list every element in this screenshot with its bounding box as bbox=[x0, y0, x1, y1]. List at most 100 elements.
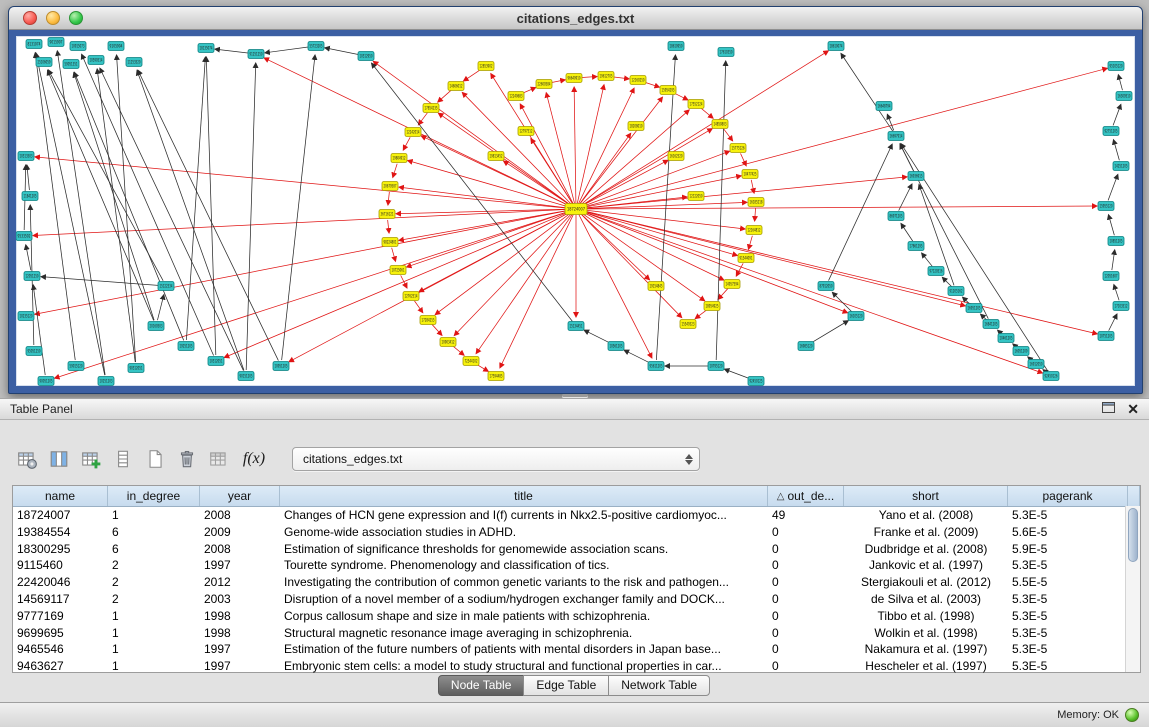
network-node[interactable]: 12051250 bbox=[24, 272, 40, 281]
network-node[interactable]: 14606012 bbox=[448, 82, 464, 91]
network-node[interactable]: 10461205 bbox=[998, 334, 1014, 343]
network-node[interactable]: 16105120 bbox=[848, 312, 864, 321]
network-node[interactable]: 12762514 bbox=[403, 292, 419, 301]
network-node[interactable]: 9105904 bbox=[108, 42, 124, 51]
network-node[interactable]: 59015120 bbox=[68, 362, 84, 371]
network-node[interactable]: 19804912 bbox=[391, 154, 407, 163]
network-node[interactable]: 17284255 bbox=[420, 316, 436, 325]
network-node[interactable]: 36716121 bbox=[379, 210, 395, 219]
table-row[interactable]: 1872400712008Changes of HCN gene express… bbox=[13, 507, 1140, 524]
table-row[interactable]: 1830029562008Estimation of significance … bbox=[13, 541, 1140, 558]
network-node[interactable]: 10951205 bbox=[273, 362, 289, 371]
network-node[interactable]: 16841205 bbox=[983, 320, 999, 329]
new-table-button[interactable] bbox=[142, 446, 168, 472]
network-node[interactable]: 17552124 bbox=[688, 100, 704, 109]
window-close-button[interactable] bbox=[23, 11, 37, 25]
column-header-title[interactable]: title bbox=[280, 486, 768, 506]
network-node[interactable]: 17854235 bbox=[423, 104, 439, 113]
network-node[interactable]: 18135074 bbox=[198, 44, 214, 53]
network-node[interactable]: 92751205 bbox=[1103, 127, 1119, 136]
column-header-year[interactable]: year bbox=[200, 486, 280, 506]
network-node[interactable]: 90151205 bbox=[238, 372, 254, 381]
network-node[interactable]: 20160503 bbox=[148, 322, 164, 331]
network-node[interactable]: 14251205 bbox=[1113, 162, 1129, 171]
delete-table-button[interactable] bbox=[174, 446, 200, 472]
import-table-button[interactable] bbox=[206, 446, 232, 472]
network-node[interactable]: 10903412 bbox=[440, 338, 456, 347]
network-node[interactable]: 17103512 bbox=[1113, 302, 1129, 311]
table-row[interactable]: 946362711997Embryonic stem cells: a mode… bbox=[13, 658, 1140, 675]
network-node[interactable]: 55723205 bbox=[308, 42, 324, 51]
network-node[interactable]: 10251203 bbox=[98, 377, 114, 386]
network-node[interactable]: 92450125 bbox=[748, 377, 764, 386]
tab-network-table[interactable]: Network Table bbox=[608, 675, 710, 696]
network-node[interactable]: 95051250 bbox=[26, 347, 42, 356]
network-node[interactable]: 14850803 bbox=[712, 120, 728, 129]
network-node[interactable]: 16309510 bbox=[1116, 92, 1132, 101]
network-node[interactable]: 10795120 bbox=[708, 362, 724, 371]
show-rows-button[interactable] bbox=[110, 446, 136, 472]
network-node[interactable]: 59051351 bbox=[63, 60, 79, 69]
network-node[interactable]: 17861295 bbox=[908, 242, 924, 251]
network-node[interactable]: 72544102 bbox=[463, 357, 479, 366]
network-node[interactable]: 10725061 bbox=[390, 266, 406, 275]
window-titlebar[interactable]: citations_edges.txt bbox=[9, 7, 1142, 30]
table-row[interactable]: 1938455462009Genome-wide association stu… bbox=[13, 524, 1140, 541]
network-node[interactable]: 12853902 bbox=[478, 62, 494, 71]
network-node[interactable]: 10561205 bbox=[608, 342, 624, 351]
network-node[interactable]: 25106059 bbox=[36, 58, 52, 67]
function-builder-button[interactable]: f(x) bbox=[238, 446, 270, 472]
tab-edge-table[interactable]: Edge Table bbox=[523, 675, 609, 696]
table-row[interactable]: 977716911998Corpus callosum shape and si… bbox=[13, 608, 1140, 625]
show-columns-button[interactable] bbox=[46, 446, 72, 472]
network-node[interactable]: 10235120 bbox=[18, 312, 34, 321]
network-node[interactable]: 90512051 bbox=[128, 364, 144, 373]
create-column-button[interactable] bbox=[78, 446, 104, 472]
network-node[interactable]: 18610074 bbox=[828, 42, 844, 51]
network-node[interactable]: 12122050 bbox=[688, 192, 704, 201]
network-node[interactable]: 15955120 bbox=[1098, 202, 1114, 211]
network-node[interactable]: 20679587 bbox=[382, 182, 398, 191]
network-node[interactable]: 92450126 bbox=[1043, 372, 1059, 381]
network-node[interactable]: 17610350 bbox=[718, 48, 734, 57]
network-node[interactable]: 16936915 bbox=[908, 172, 924, 181]
network-node[interactable]: 11841205 bbox=[22, 192, 38, 201]
network-node[interactable]: 19251205 bbox=[178, 342, 194, 351]
network-node[interactable]: 11253520 bbox=[126, 58, 142, 67]
network-node[interactable]: 10751205 bbox=[1098, 332, 1114, 341]
network-node[interactable]: 86971205 bbox=[888, 212, 904, 221]
network-node[interactable]: 10513503 bbox=[18, 152, 34, 161]
network-node[interactable]: 10915073 bbox=[70, 42, 86, 51]
network-node[interactable]: 16162520 bbox=[668, 152, 684, 161]
column-header-pagerank[interactable]: pagerank bbox=[1008, 486, 1128, 506]
network-canvas[interactable]: 1285390214606012178542351224201419804912… bbox=[16, 36, 1135, 386]
network-node[interactable]: 14957594 bbox=[724, 280, 740, 289]
network-node[interactable]: 16912050 bbox=[1028, 360, 1044, 369]
table-row[interactable]: 2242004622012Investigating the contribut… bbox=[13, 574, 1140, 591]
network-node[interactable]: 9015907 bbox=[48, 38, 64, 47]
network-node[interactable]: 19154845 bbox=[648, 282, 664, 291]
network-node[interactable]: 96640910 bbox=[566, 74, 582, 83]
network-node[interactable]: 22600584 bbox=[536, 80, 552, 89]
network-node[interactable]: 18208010 bbox=[628, 122, 644, 131]
network-node[interactable]: 12240683 bbox=[508, 92, 524, 101]
splitter-grip[interactable] bbox=[562, 394, 588, 397]
vertical-scrollbar[interactable] bbox=[1125, 506, 1140, 672]
network-node[interactable]: 10512051 bbox=[208, 357, 224, 366]
network-node[interactable]: 15134451 bbox=[568, 322, 584, 331]
network-node[interactable]: 98224801 bbox=[382, 238, 398, 247]
network-node[interactable]: 97120516 bbox=[928, 267, 944, 276]
network-node[interactable]: 87912050 bbox=[818, 282, 834, 291]
network-node[interactable]: 10590514 bbox=[88, 56, 104, 65]
tab-node-table[interactable]: Node Table bbox=[438, 675, 525, 696]
network-node[interactable]: 12051607 bbox=[1103, 272, 1119, 281]
network-node[interactable]: 15775126 bbox=[730, 144, 746, 153]
network-node[interactable]: 18954925 bbox=[704, 302, 720, 311]
network-node[interactable]: 16648794 bbox=[876, 102, 892, 111]
network-node[interactable]: 95611205 bbox=[648, 362, 664, 371]
network-node[interactable]: 91544091 bbox=[738, 254, 754, 263]
network-node[interactable]: 15954295 bbox=[660, 86, 676, 95]
network-node[interactable]: 16985120 bbox=[798, 342, 814, 351]
float-panel-icon[interactable] bbox=[1102, 402, 1115, 416]
window-minimize-button[interactable] bbox=[46, 11, 60, 25]
